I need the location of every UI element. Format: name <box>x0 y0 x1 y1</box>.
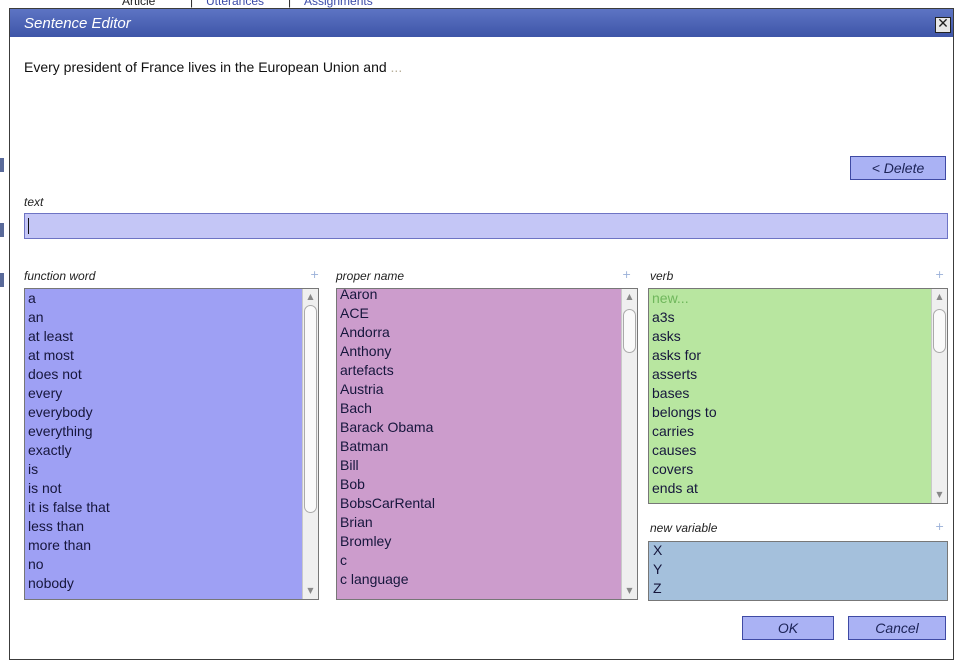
list-item[interactable]: an <box>28 308 110 327</box>
list-item[interactable]: causes <box>652 441 717 460</box>
sentence-preview: Every president of France lives in the E… <box>24 59 402 75</box>
list-item[interactable]: does not <box>28 365 110 384</box>
list-item[interactable]: Bach <box>340 399 435 418</box>
scrollbar-thumb[interactable] <box>933 309 946 353</box>
list-item[interactable]: Barack Obama <box>340 418 435 437</box>
background-left-edge <box>0 8 9 662</box>
add-icon[interactable]: + <box>622 268 631 281</box>
list-item[interactable]: belongs to <box>652 403 717 422</box>
add-icon[interactable]: + <box>310 268 319 281</box>
list-item[interactable]: carries <box>652 422 717 441</box>
verb-list[interactable]: new... a3s asks asks for asserts bases b… <box>648 288 948 504</box>
list-item[interactable]: Y <box>653 560 662 579</box>
scrollbar-thumb[interactable] <box>304 305 317 513</box>
new-variable-label: new variable <box>650 521 718 535</box>
list-item[interactable]: asks <box>652 327 717 346</box>
list-item[interactable]: X <box>653 542 662 560</box>
scrollbar[interactable]: ▲ ▼ <box>931 289 947 503</box>
new-variable-list[interactable]: X Y Z <box>648 541 948 601</box>
sentence-editor-dialog: Sentence Editor ✕ Every president of Fra… <box>9 8 954 660</box>
list-item[interactable]: Anthony <box>340 342 435 361</box>
text-input[interactable] <box>24 213 948 239</box>
scrollbar-thumb[interactable] <box>623 309 636 353</box>
background-mark <box>0 223 4 237</box>
list-item[interactable]: exactly <box>28 441 110 460</box>
list-item[interactable]: a <box>28 289 110 308</box>
list-item[interactable]: no <box>28 555 110 574</box>
list-item[interactable]: at most <box>28 346 110 365</box>
list-item[interactable]: artefacts <box>340 361 435 380</box>
background-article-link: Article <box>122 0 156 8</box>
text-field-label: text <box>24 195 44 209</box>
list-item[interactable]: ACE <box>340 304 435 323</box>
scroll-down-icon[interactable]: ▼ <box>933 488 946 502</box>
list-item[interactable]: Brian <box>340 513 435 532</box>
background-mark <box>0 273 4 287</box>
list-item[interactable]: Batman <box>340 437 435 456</box>
list-item[interactable]: ends at <box>652 479 717 498</box>
background-assignments-link: Assignments <box>304 0 373 8</box>
cancel-button[interactable]: Cancel <box>848 616 946 640</box>
list-item[interactable]: asserts <box>652 365 717 384</box>
function-word-label: function word <box>24 269 96 283</box>
list-item[interactable]: a3s <box>652 308 717 327</box>
list-item[interactable]: Bob <box>340 475 435 494</box>
list-item[interactable]: is <box>28 460 110 479</box>
list-item[interactable]: Z <box>653 579 662 598</box>
add-icon[interactable]: + <box>935 268 944 281</box>
text-cursor <box>28 218 29 234</box>
ok-button[interactable]: OK <box>742 616 834 640</box>
list-item[interactable]: BobsCarRental <box>340 494 435 513</box>
proper-name-list[interactable]: Aaron ACE Andorra Anthony artefacts Aust… <box>336 288 638 600</box>
list-item[interactable]: c <box>340 551 435 570</box>
dialog-titlebar[interactable]: Sentence Editor ✕ <box>10 9 953 37</box>
list-item[interactable]: everything <box>28 422 110 441</box>
background-separator: | <box>190 0 194 8</box>
background-separator: | <box>288 0 292 8</box>
dialog-title: Sentence Editor <box>24 15 131 32</box>
scroll-up-icon[interactable]: ▲ <box>304 290 317 304</box>
list-item[interactable]: more than <box>28 536 110 555</box>
verb-label: verb <box>650 269 674 283</box>
function-word-list[interactable]: a an at least at most does not every eve… <box>24 288 319 600</box>
list-item[interactable]: Austria <box>340 380 435 399</box>
list-item[interactable]: Bill <box>340 456 435 475</box>
sentence-ellipsis: ... <box>390 59 403 75</box>
list-item[interactable]: is not <box>28 479 110 498</box>
scroll-down-icon[interactable]: ▼ <box>304 584 317 598</box>
list-item[interactable]: less than <box>28 517 110 536</box>
list-item[interactable]: everybody <box>28 403 110 422</box>
scroll-up-icon[interactable]: ▲ <box>623 290 636 304</box>
list-item[interactable]: nobody <box>28 574 110 593</box>
new-item-option[interactable]: new... <box>652 289 717 308</box>
scroll-down-icon[interactable]: ▼ <box>623 584 636 598</box>
proper-name-label: proper name <box>336 269 405 283</box>
background-utterances-link: Utterances <box>206 0 265 8</box>
close-icon[interactable]: ✕ <box>935 17 951 33</box>
list-item[interactable]: every <box>28 384 110 403</box>
list-item[interactable]: Bromley <box>340 532 435 551</box>
background-page-strip: Article | Utterances | Assignments <box>0 0 956 8</box>
list-item[interactable]: covers <box>652 460 717 479</box>
scrollbar[interactable]: ▲ ▼ <box>302 289 318 599</box>
list-item[interactable]: asks for <box>652 346 717 365</box>
scroll-up-icon[interactable]: ▲ <box>933 290 946 304</box>
list-item[interactable]: Aaron <box>340 289 435 304</box>
sentence-text: Every president of France lives in the E… <box>24 59 387 75</box>
list-item[interactable]: it is false that <box>28 498 110 517</box>
background-mark <box>0 158 4 172</box>
list-item[interactable]: at least <box>28 327 110 346</box>
delete-button[interactable]: < Delete <box>850 156 946 180</box>
add-icon[interactable]: + <box>935 520 944 533</box>
list-item[interactable]: bases <box>652 384 717 403</box>
list-item[interactable]: Andorra <box>340 323 435 342</box>
list-item[interactable]: c language <box>340 570 435 589</box>
scrollbar[interactable]: ▲ ▼ <box>621 289 637 599</box>
